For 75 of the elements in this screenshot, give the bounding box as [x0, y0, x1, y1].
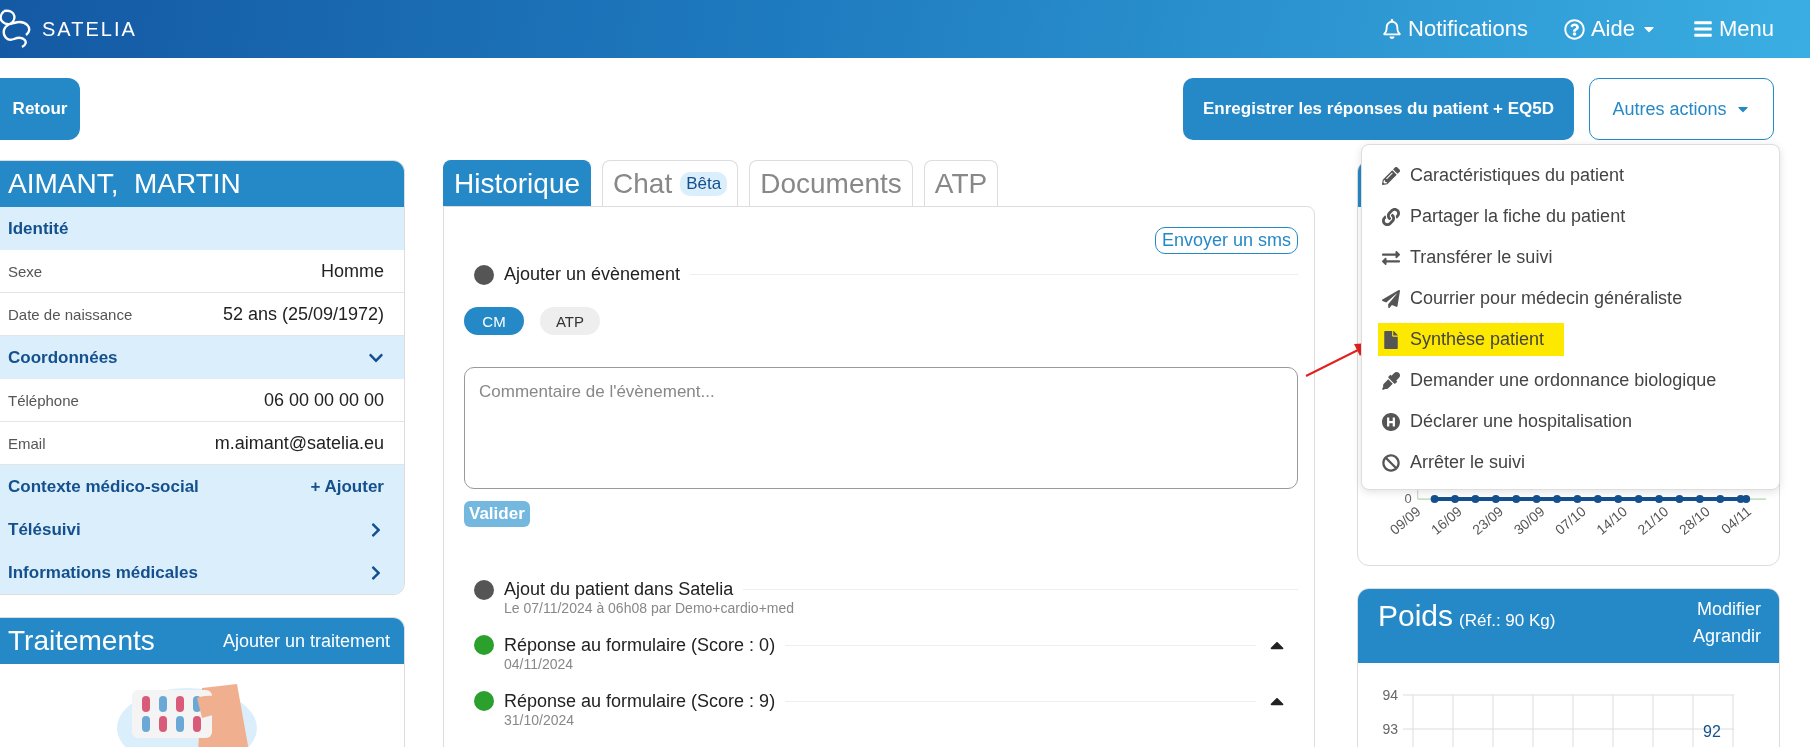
- section-row[interactable]: Informations médicales: [0, 551, 404, 594]
- dropper-icon: [1382, 371, 1400, 390]
- timeline-title: Réponse au formulaire (Score : 9): [504, 690, 776, 712]
- field-label: Email: [8, 434, 46, 452]
- section-title: Identité: [8, 218, 69, 239]
- link-icon: [1382, 207, 1400, 226]
- bell-icon: [1382, 19, 1403, 39]
- hospital-icon: [1382, 412, 1400, 431]
- field-label: Téléphone: [8, 391, 79, 409]
- comment-field[interactable]: Commentaire de l'évènement...: [464, 367, 1298, 489]
- header-link[interactable]: Agrandir: [1692, 626, 1761, 647]
- header-link[interactable]: Modifier: [1696, 599, 1761, 620]
- field-value: m.aimant@satelia.eu: [214, 432, 384, 454]
- timeline-title: Réponse au formulaire (Score : 0): [504, 634, 776, 656]
- section-title: Informations médicales: [8, 562, 198, 583]
- back-button[interactable]: Retour: [0, 78, 80, 140]
- menu-item-label: Courrier pour médecin généraliste: [1410, 288, 1683, 309]
- menu-item[interactable]: Demander une ordonnance biologique: [1362, 360, 1779, 401]
- menu-item[interactable]: Synthèse patient: [1362, 319, 1779, 360]
- menu-item-label: Transférer le suivi: [1410, 247, 1553, 268]
- menu-item[interactable]: Transférer le suivi: [1362, 237, 1779, 278]
- tab[interactable]: Historique: [443, 160, 592, 206]
- send-sms-button[interactable]: Envoyer un sms: [1154, 227, 1298, 254]
- reference-weight: (Réf.: 90 Kg): [1459, 611, 1556, 631]
- menu-item-label: Caractéristiques du patient: [1410, 165, 1625, 186]
- field-value: 52 ans (25/09/1972): [222, 303, 384, 325]
- tab[interactable]: Documents: [749, 160, 913, 206]
- menu-icon: [1692, 19, 1713, 39]
- menu-item[interactable]: Arrêter le suivi: [1362, 442, 1779, 483]
- timeline-subtitle: 31/10/2024: [504, 712, 576, 728]
- field-label: Sexe: [8, 262, 43, 280]
- timeline-title: Ajouter un évènement: [504, 264, 681, 285]
- section-title: Télésuivi: [8, 519, 81, 540]
- menu-item[interactable]: Courrier pour médecin généraliste: [1362, 278, 1779, 319]
- event-type-chip[interactable]: CM: [464, 307, 524, 335]
- weight-chart: 94 93 92: [1358, 663, 1779, 747]
- help-icon: [1563, 18, 1585, 40]
- field-value: 06 00 00 00 00: [263, 389, 384, 411]
- section-row[interactable]: Identité: [0, 207, 404, 250]
- menu-item-label: Déclarer une hospitalisation: [1410, 411, 1633, 432]
- menu-item[interactable]: Partager la fiche du patient: [1362, 196, 1779, 237]
- menu-item-label: Synthèse patient: [1410, 329, 1545, 350]
- menu-item-label: Demander une ordonnance biologique: [1410, 370, 1717, 391]
- field-value: Homme: [321, 260, 384, 282]
- beta-badge: Bêta: [680, 171, 728, 196]
- add-treatment-link[interactable]: Ajouter un traitement: [222, 630, 390, 652]
- section-row[interactable]: Contexte médico-social + Ajouter: [0, 465, 404, 508]
- paper-plane-icon: [1382, 289, 1400, 308]
- menu-item[interactable]: Caractéristiques du patient: [1362, 155, 1779, 196]
- panel-title: Poids: [1378, 599, 1454, 633]
- timeline-subtitle: 04/11/2024: [504, 656, 575, 672]
- tab[interactable]: ATP: [923, 160, 999, 206]
- menu-item-label: Partager la fiche du patient: [1410, 206, 1626, 227]
- pencil-icon: [1382, 166, 1400, 185]
- section-row[interactable]: Coordonnées: [0, 336, 404, 379]
- section-title: Coordonnées: [8, 347, 118, 368]
- section-title: Contexte médico-social: [8, 476, 199, 497]
- patient-name: AIMANT, MARTIN: [8, 168, 241, 200]
- panel-title: Traitements: [8, 625, 155, 657]
- event-type-chip[interactable]: ATP: [540, 307, 600, 335]
- file-icon: [1382, 330, 1400, 349]
- timeline-title: Ajout du patient dans Satelia: [504, 579, 734, 600]
- section-row[interactable]: Télésuivi: [0, 508, 404, 551]
- menu-item[interactable]: Déclarer une hospitalisation: [1362, 401, 1779, 442]
- tab[interactable]: Chat Bêta: [602, 160, 739, 206]
- save-answers-button[interactable]: Enregistrer les réponses du patient + EQ5D: [1183, 78, 1574, 140]
- brand-name: SATELIA: [42, 17, 137, 41]
- arrows-icon: [1382, 248, 1400, 267]
- field-label: Date de naissance: [8, 305, 133, 323]
- menu-item-label: Arrêter le suivi: [1410, 452, 1526, 473]
- more-actions-button[interactable]: Autres actions: [1589, 78, 1774, 140]
- ban-icon: [1382, 453, 1400, 472]
- timeline-subtitle: Le 07/11/2024 à 06h08 par Demo+cardio+med: [504, 600, 796, 616]
- timeline-dot: [474, 264, 494, 285]
- add-link[interactable]: + Ajouter: [310, 476, 384, 497]
